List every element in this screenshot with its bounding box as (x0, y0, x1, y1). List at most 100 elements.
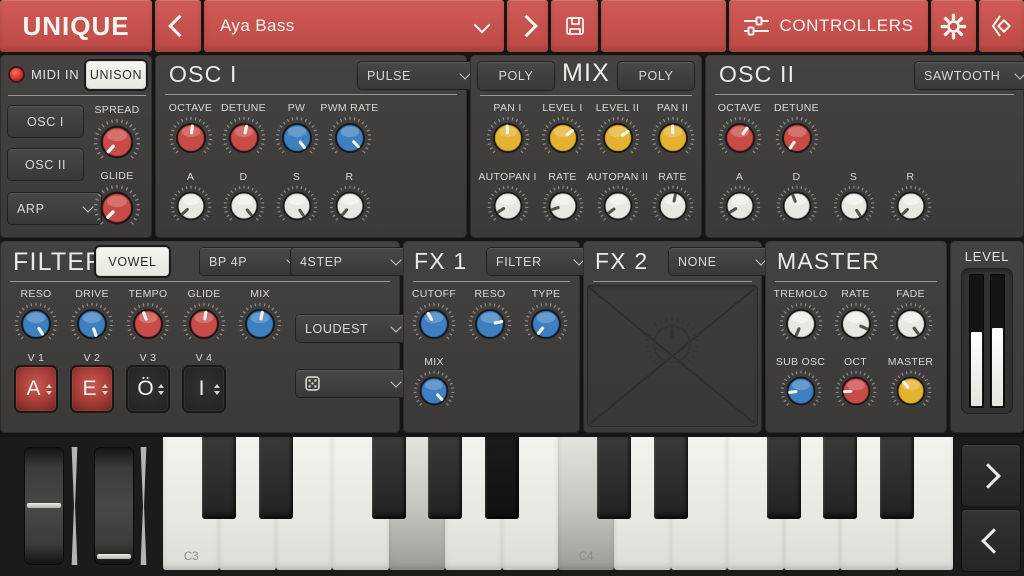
black-key-c-3[interactable] (202, 437, 236, 519)
type-knob[interactable] (523, 301, 569, 347)
glide-knob[interactable] (181, 301, 227, 347)
sub-osc-knob[interactable] (779, 369, 823, 413)
vowel-2-stepper[interactable]: E (72, 367, 112, 411)
filter-mode-value: BP 4P (209, 255, 247, 269)
pitch-wheel[interactable] (24, 447, 64, 565)
prev-preset-button[interactable] (155, 0, 201, 52)
spread-label: SPREAD (95, 103, 140, 117)
controllers-button[interactable]: CONTROLLERS (729, 0, 928, 52)
vowel-2-label: V 2 (64, 351, 120, 365)
topbar: UNIQUE Aya Bass CONTROLLERS (0, 0, 1024, 52)
filter-mode-dropdown[interactable]: BP 4P (200, 248, 305, 275)
d-knob[interactable] (775, 184, 819, 228)
black-key-d-3[interactable] (259, 437, 293, 519)
level-meters (961, 268, 1013, 414)
pan-ii-knob[interactable] (650, 115, 696, 161)
reso-knob[interactable] (467, 301, 513, 347)
unison-button[interactable]: UNISON (86, 61, 146, 89)
mix-knob[interactable] (237, 301, 283, 347)
black-key-f-4[interactable] (767, 437, 801, 519)
fx1-type-dropdown[interactable]: FILTER (487, 248, 592, 275)
fx2-type-dropdown[interactable]: NONE (669, 248, 774, 275)
black-key-d-4[interactable] (654, 437, 688, 519)
r-knob[interactable] (889, 184, 933, 228)
stepper-arrows-icon[interactable] (214, 367, 220, 411)
save-preset-button[interactable] (551, 0, 598, 52)
glide-label: GLIDE (100, 169, 133, 183)
vowel-3-stepper[interactable]: Ö (128, 367, 168, 411)
glide-knob[interactable] (92, 183, 142, 233)
d-knob[interactable] (222, 184, 266, 228)
tempo-knob[interactable] (125, 301, 171, 347)
black-key-c-4[interactable] (597, 437, 631, 519)
black-key-f-3[interactable] (372, 437, 406, 519)
stepper-arrows-icon[interactable] (46, 367, 52, 411)
osc2-waveform-dropdown[interactable]: SAWTOOTH (915, 62, 1024, 89)
level-meter-2 (990, 274, 1005, 408)
vowel-mode-button[interactable]: VOWEL (96, 247, 169, 276)
black-key-a-3[interactable] (485, 437, 519, 519)
octave-knob[interactable] (717, 115, 763, 161)
osc1-tab-button[interactable]: OSC I (8, 106, 83, 137)
a-knob[interactable] (169, 184, 213, 228)
spread-knob[interactable] (92, 117, 142, 167)
octave-knob[interactable] (168, 115, 214, 161)
black-key-g-3[interactable] (428, 437, 462, 519)
a-knob[interactable] (718, 184, 762, 228)
oct-control: OCT (828, 355, 883, 413)
tremolo-knob[interactable] (778, 301, 824, 347)
detune-knob[interactable] (774, 115, 820, 161)
black-key-g-4[interactable] (823, 437, 857, 519)
stepper-arrows-icon[interactable] (158, 367, 164, 411)
rate-knob[interactable] (833, 301, 879, 347)
mod-wheel[interactable] (94, 447, 134, 565)
level-i-knob[interactable] (540, 115, 586, 161)
fx1-divider (413, 281, 570, 282)
oct-knob[interactable] (834, 369, 878, 413)
reso-knob[interactable] (13, 301, 59, 347)
vowel-4-stepper[interactable]: I (184, 367, 224, 411)
osc1-waveform-dropdown[interactable]: PULSE (358, 62, 478, 89)
mix-poly-left-button[interactable]: POLY (478, 62, 554, 90)
pitch-wheel-marker (27, 503, 61, 508)
vowel-random-dropdown[interactable] (296, 370, 409, 397)
fade-knob[interactable] (888, 301, 934, 347)
filter-step-dropdown[interactable]: 4STEP (291, 248, 409, 275)
preset-selector[interactable]: Aya Bass (204, 0, 504, 52)
pan-i-knob[interactable] (485, 115, 531, 161)
pw-knob[interactable] (274, 115, 320, 161)
cutoff-knob[interactable] (411, 301, 457, 347)
stepper-arrows-icon[interactable] (102, 367, 108, 411)
pwm-rate-label: PWM RATE (320, 101, 378, 115)
r-knob[interactable] (328, 184, 372, 228)
rate-knob[interactable] (651, 184, 695, 228)
vowel-1-stepper[interactable]: A (16, 367, 56, 411)
black-key-a-4[interactable] (880, 437, 914, 519)
level-ii-knob[interactable] (595, 115, 641, 161)
osc2-tab-button[interactable]: OSC II (8, 149, 83, 180)
s-control: S (825, 170, 882, 228)
settings-button[interactable] (931, 0, 976, 52)
filter-sequence-dropdown[interactable]: LOUDEST (296, 315, 409, 342)
level-i-control: LEVEL I (535, 101, 590, 161)
rate-knob[interactable] (541, 184, 585, 228)
fx1-type-value: FILTER (496, 255, 542, 269)
vowel-3-value: Ö (137, 377, 153, 401)
autopan-i-knob[interactable] (486, 184, 530, 228)
pwm-rate-knob[interactable] (327, 115, 373, 161)
octave-up-button[interactable] (962, 445, 1020, 506)
autopan-ii-knob[interactable] (596, 184, 640, 228)
s-knob[interactable] (275, 184, 319, 228)
mix-knob[interactable] (412, 369, 456, 413)
detune-knob[interactable] (221, 115, 267, 161)
master-knob[interactable] (889, 369, 933, 413)
midi-learn-button[interactable] (979, 0, 1024, 52)
drive-knob[interactable] (69, 301, 115, 347)
glide-control: GLIDE (86, 169, 148, 233)
octave-down-button[interactable] (962, 510, 1020, 571)
mix-poly-right-button[interactable]: POLY (618, 62, 694, 90)
spread-knob-row: SPREAD (86, 103, 148, 167)
vowel-1-value: A (26, 377, 40, 401)
next-preset-button[interactable] (507, 0, 548, 52)
s-knob[interactable] (832, 184, 876, 228)
